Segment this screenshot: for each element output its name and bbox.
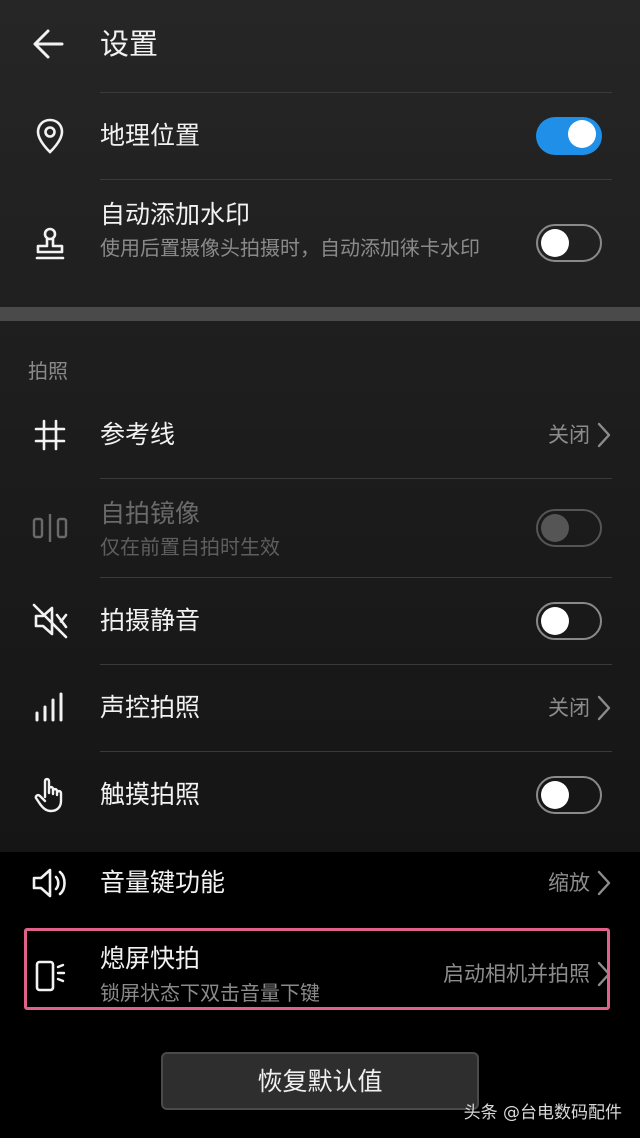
- credit-watermark: 头条 @台电数码配件: [463, 1103, 622, 1123]
- toggle-knob: [541, 229, 569, 257]
- setting-row-voice[interactable]: 声控拍照 关闭: [0, 665, 640, 751]
- grid-hash-icon: [28, 413, 72, 457]
- setting-value: 关闭: [548, 696, 590, 720]
- settings-screen: 设置 地理位置 自动添加水印 使用后置摄像头拍摄时，自动添加徕卡水印 拍照 参考…: [0, 0, 640, 1138]
- chevron-right-icon: [597, 422, 611, 448]
- mute-toggle[interactable]: [536, 602, 602, 640]
- setting-label: 自动添加水印: [100, 200, 251, 229]
- toggle-knob: [568, 120, 596, 148]
- mirror-toggle[interactable]: [536, 509, 602, 547]
- setting-row-watermark[interactable]: 自动添加水印 使用后置摄像头拍摄时，自动添加徕卡水印: [0, 180, 640, 306]
- signal-bars-icon: [28, 686, 72, 730]
- speaker-volume-icon: [28, 861, 72, 905]
- watermark-toggle[interactable]: [536, 224, 602, 262]
- setting-label: 地理位置: [100, 121, 201, 150]
- setting-label: 拍摄静音: [100, 606, 201, 635]
- stamp-icon: [28, 222, 72, 266]
- setting-row-grid[interactable]: 参考线 关闭: [0, 392, 640, 478]
- setting-row-mute[interactable]: 拍摄静音: [0, 578, 640, 664]
- setting-label: 声控拍照: [100, 693, 201, 722]
- setting-description: 使用后置摄像头拍摄时，自动添加徕卡水印: [100, 236, 480, 260]
- location-pin-icon: [28, 114, 72, 158]
- setting-label: 参考线: [100, 420, 176, 449]
- toggle-knob: [541, 781, 569, 809]
- section-header: 拍照: [28, 359, 68, 383]
- chevron-right-icon: [597, 695, 611, 721]
- location-toggle[interactable]: [536, 117, 602, 155]
- setting-label: 自拍镜像: [100, 499, 201, 528]
- setting-description: 仅在前置自拍时生效: [100, 535, 280, 559]
- back-button[interactable]: [28, 22, 72, 66]
- speaker-mute-icon: [28, 599, 72, 643]
- touch-hand-icon: [28, 773, 72, 817]
- setting-label: 触摸拍照: [100, 780, 201, 809]
- setting-label: 音量键功能: [100, 868, 226, 897]
- highlight-frame: [24, 928, 610, 1010]
- page-title: 设置: [100, 27, 159, 61]
- toggle-knob: [541, 607, 569, 635]
- setting-row-volume-key[interactable]: 音量键功能 缩放: [0, 840, 640, 926]
- back-arrow-icon: [33, 29, 64, 59]
- reset-defaults-button[interactable]: 恢复默认值: [161, 1052, 479, 1110]
- section-separator: [0, 307, 640, 321]
- setting-row-mirror[interactable]: 自拍镜像 仅在前置自拍时生效: [0, 479, 640, 577]
- mirror-icon: [28, 506, 72, 550]
- setting-row-location[interactable]: 地理位置: [0, 93, 640, 179]
- touch-toggle[interactable]: [536, 776, 602, 814]
- setting-value: 关闭: [548, 423, 590, 447]
- setting-value: 缩放: [548, 871, 590, 895]
- chevron-right-icon: [597, 870, 611, 896]
- top-bar: 设置: [0, 0, 640, 92]
- toggle-knob: [541, 514, 569, 542]
- setting-row-touch[interactable]: 触摸拍照: [0, 752, 640, 838]
